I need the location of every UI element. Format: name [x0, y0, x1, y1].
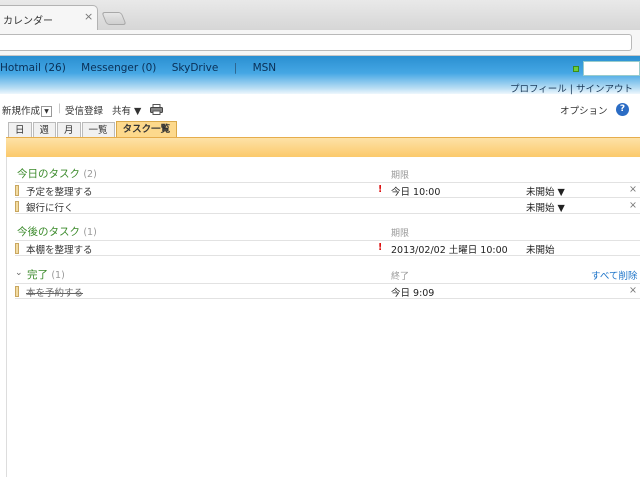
command-separator: |	[58, 103, 62, 114]
task-status-dropdown[interactable]: 未開始 ▼	[526, 200, 565, 214]
done-count: (1)	[51, 270, 65, 281]
msn-link[interactable]: MSN	[253, 62, 277, 74]
tab-week[interactable]: 週	[32, 122, 57, 138]
browser-tab-title: カレンダー	[3, 16, 53, 27]
task-due: 2013/02/02 土曜日 10:00	[391, 245, 508, 256]
today-count: (2)	[83, 169, 97, 180]
delete-task-icon[interactable]: ×	[629, 285, 637, 296]
tab-list[interactable]: 一覧	[81, 122, 115, 138]
collapse-chevron-icon[interactable]: ⌄	[15, 268, 23, 278]
share-button[interactable]: 共有 ▼	[112, 103, 141, 117]
close-tab-icon[interactable]: ×	[84, 11, 93, 23]
online-status-icon[interactable]	[573, 66, 579, 72]
new-dropdown-icon[interactable]: ▼	[41, 106, 52, 117]
drag-handle-icon[interactable]	[15, 185, 19, 196]
important-icon: !	[378, 184, 383, 195]
task-panel: 今日のタスク (2) 期限 予定を整理する ! 今日 10:00 未開始 ▼ ×…	[6, 157, 640, 477]
task-name[interactable]: 予定を整理する	[26, 184, 93, 198]
view-tabs: 日週月一覧 タスク一覧	[8, 121, 178, 138]
done-section-title[interactable]: 完了 (1)	[27, 267, 65, 282]
today-title-text: 今日のタスク	[17, 168, 80, 180]
task-name[interactable]: 銀行に行く	[26, 200, 74, 214]
task-row[interactable]: 銀行に行く 未開始 ▼ ×	[15, 199, 640, 214]
nav-separator: |	[233, 62, 238, 74]
task-row[interactable]: 本を予約する 今日 9:09 ×	[15, 284, 640, 299]
later-count: (1)	[83, 227, 97, 238]
later-due-header: 期限	[391, 229, 410, 239]
task-name[interactable]: 本棚を整理する	[26, 242, 93, 256]
task-row[interactable]: 本棚を整理する ! 2013/02/02 土曜日 10:00 未開始	[15, 241, 640, 256]
drag-handle-icon[interactable]	[15, 286, 19, 297]
task-due: 今日 10:00	[391, 187, 441, 198]
search-input[interactable]	[583, 61, 640, 76]
task-end: 今日 9:09	[391, 288, 435, 299]
options-link[interactable]: オプション	[560, 103, 608, 117]
subscribe-button[interactable]: 受信登録	[65, 103, 103, 117]
account-links[interactable]: プロフィール | サインアウト	[510, 81, 633, 95]
drag-handle-icon[interactable]	[15, 201, 19, 212]
help-icon[interactable]: ?	[616, 103, 629, 116]
today-section-title: 今日のタスク (2)	[17, 166, 97, 181]
today-due-header: 期限	[391, 171, 410, 181]
drag-handle-icon[interactable]	[15, 243, 19, 254]
new-button[interactable]: 新規作成	[2, 103, 40, 117]
messenger-link[interactable]: Messenger (0)	[81, 62, 156, 74]
tab-task-list[interactable]: タスク一覧	[115, 121, 178, 138]
later-title-text: 今後のタスク	[17, 226, 80, 238]
later-section-title: 今後のタスク (1)	[17, 224, 97, 239]
new-tab-button[interactable]	[101, 12, 127, 25]
task-name[interactable]: 本を予約する	[26, 285, 83, 299]
tab-month[interactable]: 月	[57, 122, 81, 138]
skydrive-link[interactable]: SkyDrive	[172, 62, 219, 74]
done-end-header: 終了	[391, 272, 410, 282]
task-status-dropdown[interactable]: 未開始 ▼	[526, 184, 565, 198]
tab-day[interactable]: 日	[8, 122, 32, 138]
browser-tabstrip: カレンダー ×	[0, 0, 640, 31]
hotmail-link[interactable]: Hotmail (26)	[0, 62, 66, 74]
done-title-text: 完了	[27, 269, 48, 281]
service-links: Hotmail (26) Messenger (0) SkyDrive | MS…	[0, 62, 288, 74]
task-row[interactable]: 予定を整理する ! 今日 10:00 未開始 ▼ ×	[15, 183, 640, 198]
view-banner	[6, 137, 640, 157]
command-bar: 新規作成 ▼ | 受信登録 共有 ▼ オプション ?	[0, 101, 640, 117]
address-bar[interactable]	[0, 34, 632, 51]
delete-task-icon[interactable]: ×	[629, 184, 637, 195]
print-icon[interactable]	[150, 104, 163, 115]
browser-tab[interactable]: カレンダー ×	[0, 5, 98, 31]
important-icon: !	[378, 242, 383, 253]
delete-all-link[interactable]: すべて削除	[591, 268, 637, 282]
task-status[interactable]: 未開始	[526, 242, 555, 256]
delete-task-icon[interactable]: ×	[629, 200, 637, 211]
browser-toolbar	[0, 30, 640, 56]
